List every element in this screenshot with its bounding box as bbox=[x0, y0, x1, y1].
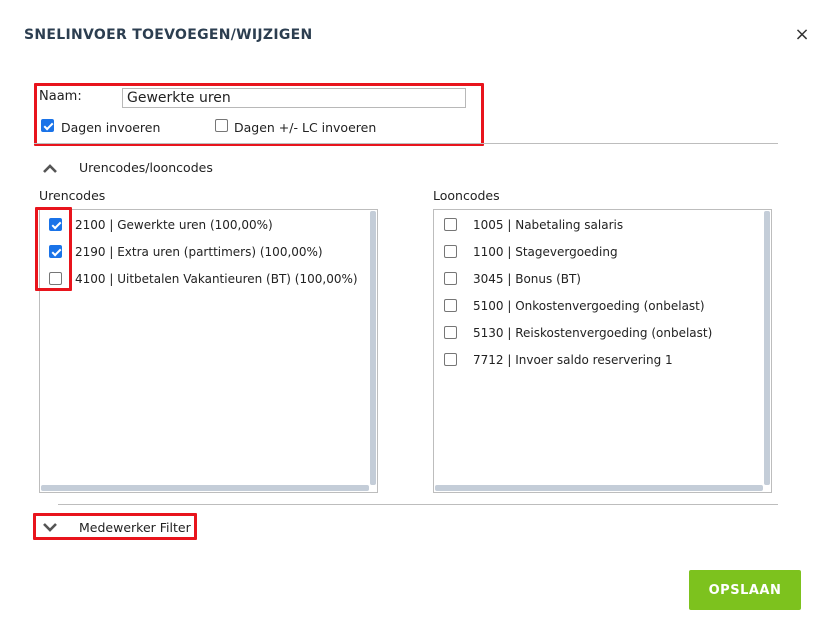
looncode-label: 7712 | Invoer saldo reservering 1 bbox=[473, 353, 673, 367]
urencode-checkbox[interactable] bbox=[49, 218, 62, 231]
naam-input[interactable] bbox=[122, 88, 466, 108]
urencode-label: 2190 | Extra uren (parttimers) (100,00%) bbox=[75, 245, 323, 259]
urencodes-vertical-scrollbar[interactable] bbox=[370, 211, 376, 485]
urencode-checkbox[interactable] bbox=[49, 245, 62, 258]
divider-bottom bbox=[58, 504, 778, 505]
close-icon[interactable]: × bbox=[792, 25, 812, 45]
looncodes-horizontal-scrollbar[interactable] bbox=[435, 485, 763, 491]
dagen-lc-invoeren-checkbox[interactable] bbox=[215, 119, 228, 132]
looncodes-vertical-scrollbar[interactable] bbox=[764, 211, 770, 485]
dagen-invoeren-checkbox[interactable] bbox=[41, 119, 54, 132]
dagen-lc-invoeren-label: Dagen +/- LC invoeren bbox=[234, 120, 377, 135]
urencode-label: 4100 | Uitbetalen Vakantieuren (BT) (100… bbox=[75, 272, 358, 286]
urencode-label: 2100 | Gewerkte uren (100,00%) bbox=[75, 218, 273, 232]
urencodes-horizontal-scrollbar[interactable] bbox=[41, 485, 369, 491]
looncode-label: 1005 | Nabetaling salaris bbox=[473, 218, 624, 232]
chevron-up-icon bbox=[43, 164, 57, 173]
save-button[interactable]: OPSLAAN bbox=[689, 570, 801, 610]
dialog-title: SNELINVOER TOEVOEGEN/WIJZIGEN bbox=[24, 27, 313, 43]
divider-top bbox=[34, 143, 778, 144]
urencodes-heading: Urencodes bbox=[39, 188, 106, 203]
looncode-checkbox[interactable] bbox=[444, 218, 457, 231]
looncode-label: 1100 | Stagevergoeding bbox=[473, 245, 618, 259]
looncode-label: 5100 | Onkostenvergoeding (onbelast) bbox=[473, 299, 705, 313]
looncode-checkbox[interactable] bbox=[444, 245, 457, 258]
looncode-label: 3045 | Bonus (BT) bbox=[473, 272, 581, 286]
urencode-checkbox[interactable] bbox=[49, 272, 62, 285]
looncode-checkbox[interactable] bbox=[444, 353, 457, 366]
snelinvoer-dialog: SNELINVOER TOEVOEGEN/WIJZIGEN × Naam: Da… bbox=[0, 0, 824, 628]
looncode-checkbox[interactable] bbox=[444, 299, 457, 312]
looncode-checkbox[interactable] bbox=[444, 272, 457, 285]
looncode-checkbox[interactable] bbox=[444, 326, 457, 339]
naam-label: Naam: bbox=[39, 89, 82, 104]
looncodes-heading: Looncodes bbox=[433, 188, 500, 203]
chevron-down-icon bbox=[43, 523, 57, 532]
looncode-label: 5130 | Reiskostenvergoeding (onbelast) bbox=[473, 326, 713, 340]
dagen-invoeren-label: Dagen invoeren bbox=[61, 120, 161, 135]
medewerker-filter-label: Medewerker Filter bbox=[79, 520, 191, 535]
codes-section-label: Urencodes/looncodes bbox=[79, 160, 213, 175]
